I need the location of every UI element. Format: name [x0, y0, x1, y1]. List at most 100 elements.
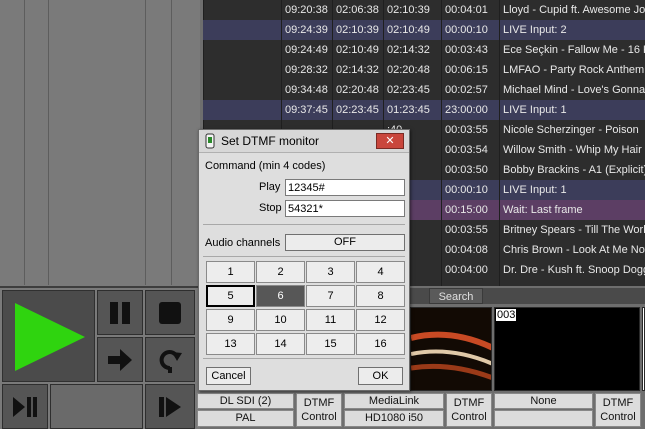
arrow-right-icon: [108, 348, 132, 371]
cell-title: Michael Mind - Love's Gonna Get You: [503, 84, 645, 96]
dtmf-key-7[interactable]: 7: [306, 285, 355, 307]
table-row[interactable]: 09:24:39 02:10:39 02:10:49 00:00:10 LIVE Inp…: [203, 20, 645, 40]
dtmf-key-10[interactable]: 10: [256, 309, 305, 331]
dtmf-key-8[interactable]: 8: [356, 285, 405, 307]
dialog-title: Set DTMF monitor: [221, 134, 320, 148]
cell-title: Lloyd - Cupid ft. Awesome Jones: [503, 4, 645, 16]
panel-divider: [145, 0, 146, 285]
output-device-3[interactable]: None: [494, 393, 593, 409]
cell-title: LIVE Input: 1: [503, 184, 567, 196]
cell-t2: 02:14:32: [387, 44, 430, 56]
dtmf-key-4[interactable]: 4: [356, 261, 405, 283]
cell-t2: 01:23:45: [387, 104, 430, 116]
cell-start: 09:24:49: [285, 44, 328, 56]
panel-divider: [0, 286, 200, 288]
cell-start: 09:20:38: [285, 4, 328, 16]
dtmf-key-5[interactable]: 5: [206, 285, 255, 307]
dtmf-control-button-3[interactable]: DTMF Control: [595, 393, 641, 427]
stop-code-input[interactable]: [285, 200, 405, 217]
play-icon: [15, 303, 85, 371]
cell-t2: 02:10:39: [387, 4, 430, 16]
dtmf-control-button-2[interactable]: DTMF Control: [446, 393, 492, 427]
play-button[interactable]: [2, 290, 95, 382]
next-button[interactable]: [97, 337, 143, 382]
dtmf-key-15[interactable]: 15: [306, 333, 355, 355]
cell-title: LIVE Input: 2: [503, 24, 567, 36]
divider: [203, 358, 405, 359]
cell-t1: 02:14:32: [336, 64, 379, 76]
cell-duration: 00:04:00: [445, 264, 488, 276]
skip-play-button[interactable]: [2, 384, 48, 429]
dtmf-key-14[interactable]: 14: [256, 333, 305, 355]
pause-icon: [110, 301, 130, 324]
cell-start: 09:34:48: [285, 84, 328, 96]
cell-t1: 02:10:49: [336, 44, 379, 56]
cell-start: 09:28:32: [285, 64, 328, 76]
cell-t2: 02:20:48: [387, 64, 430, 76]
video-thumbnail: [411, 308, 491, 390]
dtmf-key-13[interactable]: 13: [206, 333, 255, 355]
table-row[interactable]: 09:20:38 02:06:38 02:10:39 00:04:01 Lloyd - …: [203, 0, 645, 20]
skip-next-icon: [159, 396, 181, 417]
dtmf-key-11[interactable]: 11: [306, 309, 355, 331]
column-separator: [441, 0, 442, 286]
column-separator: [499, 0, 500, 286]
dtmf-control-button-1[interactable]: DTMF Control: [296, 393, 342, 427]
play-code-input[interactable]: [285, 179, 405, 196]
cell-title: Chris Brown - Look At Me Now ft. Lil: [503, 244, 645, 256]
skip-next-button[interactable]: [145, 384, 195, 429]
tab-bar: Search: [405, 288, 645, 304]
cell-duration: 00:03:55: [445, 224, 488, 236]
output-format-1[interactable]: PAL: [197, 410, 294, 427]
dtmf-key-9[interactable]: 9: [206, 309, 255, 331]
dtmf-key-12[interactable]: 12: [356, 309, 405, 331]
table-row[interactable]: 09:28:32 02:14:32 02:20:48 00:06:15 LMFAO - …: [203, 60, 645, 80]
output-format-2[interactable]: HD1080 i50: [344, 410, 444, 427]
preview-monitor-2: 003: [494, 307, 640, 391]
audio-channels-button[interactable]: OFF: [285, 234, 405, 251]
pause-button[interactable]: [97, 290, 143, 335]
cell-title: Ece Seçkin - Fallow Me - 16 Kasım: [503, 44, 645, 56]
output-format-3[interactable]: [494, 410, 593, 427]
cell-start: 09:24:39: [285, 24, 328, 36]
close-button[interactable]: ✕: [376, 133, 404, 149]
cell-t2: 02:10:49: [387, 24, 430, 36]
cell-duration: 00:03:50: [445, 164, 488, 176]
cell-title: Nicole Scherzinger - Poison: [503, 124, 639, 136]
cell-title: LMFAO - Party Rock Anthem ft. Lauren: [503, 64, 645, 76]
output-device-1[interactable]: DL SDI (2): [197, 393, 294, 409]
cell-t1: 02:20:48: [336, 84, 379, 96]
loop-icon: [159, 349, 182, 373]
dialog-titlebar: Set DTMF monitor ✕: [199, 130, 409, 153]
dtmf-key-3[interactable]: 3: [306, 261, 355, 283]
loop-button[interactable]: [145, 337, 195, 382]
table-row[interactable]: 09:24:49 02:10:49 02:14:32 00:03:43 Ece Seçk…: [203, 40, 645, 60]
output-device-2[interactable]: MediaLink: [344, 393, 444, 409]
cell-duration: 00:02:57: [445, 84, 488, 96]
cell-title: Britney Spears - Till The World Ends: [503, 224, 645, 236]
cell-duration: 00:04:08: [445, 244, 488, 256]
dtmf-monitor-dialog: Set DTMF monitor ✕ Command (min 4 codes)…: [198, 129, 410, 391]
cell-t2: 02:23:45: [387, 84, 430, 96]
cell-duration: 00:00:10: [445, 184, 488, 196]
cancel-button[interactable]: Cancel: [206, 367, 251, 385]
dtmf-key-2[interactable]: 2: [256, 261, 305, 283]
cell-duration: 00:15:00: [445, 204, 488, 216]
cell-duration: 00:03:43: [445, 44, 488, 56]
dtmf-key-16[interactable]: 16: [356, 333, 405, 355]
table-row[interactable]: 09:37:45 02:23:45 01:23:45 23:00:00 LIVE Inp…: [203, 100, 645, 120]
stop-button[interactable]: [145, 290, 195, 335]
channel-label: 003: [496, 309, 517, 321]
cell-title: LIVE Input: 1: [503, 104, 567, 116]
ok-button[interactable]: OK: [358, 367, 403, 385]
cell-title: Dr. Dre - Kush ft. Snoop Dogg & Akon: [503, 264, 645, 276]
play-label: Play: [259, 181, 281, 193]
dtmf-key-1[interactable]: 1: [206, 261, 255, 283]
audio-channels-label: Audio channels: [205, 237, 281, 249]
table-row[interactable]: 09:34:48 02:20:48 02:23:45 00:02:57 Michael …: [203, 80, 645, 100]
cell-duration: 23:00:00: [445, 104, 488, 116]
cell-t1: 02:23:45: [336, 104, 379, 116]
empty-control: [50, 384, 143, 429]
dtmf-key-6[interactable]: 6: [256, 285, 305, 307]
tab-search[interactable]: Search: [429, 288, 483, 304]
